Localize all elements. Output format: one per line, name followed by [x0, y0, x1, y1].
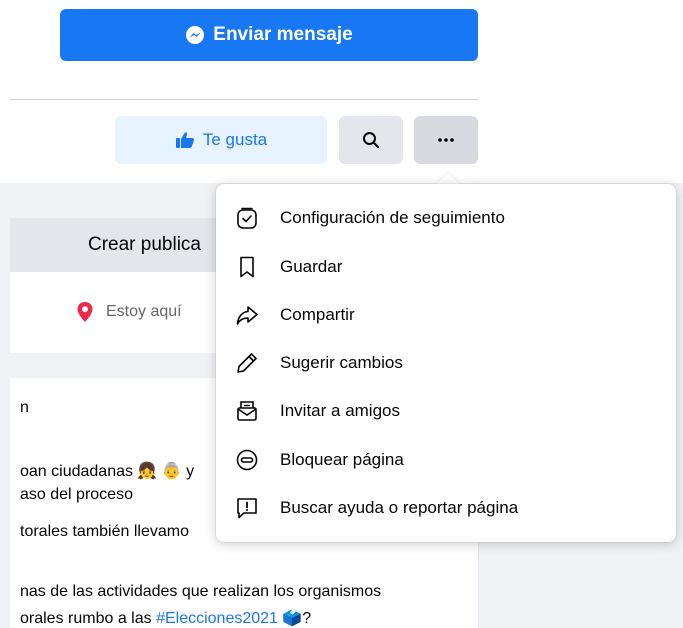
send-message-label: Enviar mensaje [213, 24, 353, 45]
post-text-line: aso del proceso [20, 486, 133, 503]
menu-item-label: Bloquear página [280, 450, 404, 469]
invite-envelope-icon [232, 396, 262, 426]
menu-item-follow-settings[interactable]: Configuración de seguimiento [216, 195, 676, 241]
pencil-icon [232, 348, 262, 378]
menu-item-label: Sugerir cambios [280, 353, 403, 372]
menu-item-save[interactable]: Guardar [216, 244, 676, 290]
share-icon [232, 300, 262, 330]
messenger-icon [185, 25, 205, 45]
bookmark-icon [232, 252, 262, 282]
location-pin-icon [76, 301, 94, 323]
menu-item-label: Configuración de seguimiento [280, 208, 505, 227]
header-divider [10, 99, 478, 100]
post-text-fragment: 🗳️? [277, 610, 312, 627]
menu-item-block-page[interactable]: Bloquear página [216, 437, 676, 483]
post-text-line: nas de las actividades que realizan los … [20, 583, 382, 600]
post-text-fragment: orales rumbo a las [20, 610, 157, 627]
menu-item-report[interactable]: Buscar ayuda o reportar página [216, 485, 676, 531]
send-message-button[interactable]: Enviar mensaje [60, 9, 478, 61]
like-button[interactable]: Te gusta [115, 116, 327, 164]
post-text-line: torales también llevamo [20, 523, 189, 540]
more-options-menu: Configuración de seguimiento Guardar Com… [216, 184, 676, 542]
follow-settings-icon [232, 203, 262, 233]
menu-item-suggest-edits[interactable]: Sugerir cambios [216, 340, 676, 386]
search-icon [362, 131, 380, 149]
more-options-button[interactable] [414, 116, 478, 164]
thumbs-up-icon [175, 131, 195, 149]
block-icon [232, 445, 262, 475]
post-author-fragment: n [20, 399, 29, 416]
report-icon [232, 493, 262, 523]
checkin-label: Estoy aquí [106, 303, 182, 320]
search-button[interactable] [339, 116, 403, 164]
more-dots-icon [438, 138, 454, 142]
post-text-line: oan ciudadanas 👧 👵 y [20, 463, 195, 480]
menu-item-label: Buscar ayuda o reportar página [280, 498, 519, 517]
like-label: Te gusta [202, 130, 268, 149]
menu-item-label: Guardar [280, 257, 343, 276]
post-text-line: orales rumbo a las #Elecciones2021 🗳️? [20, 608, 311, 628]
menu-item-invite-friends[interactable]: Invitar a amigos [216, 388, 676, 434]
menu-item-share[interactable]: Compartir [216, 292, 676, 338]
hashtag-link[interactable]: #Elecciones2021 [156, 610, 278, 627]
create-post-label: Crear publica [88, 234, 201, 255]
menu-item-label: Compartir [280, 305, 355, 324]
menu-item-label: Invitar a amigos [280, 401, 400, 420]
